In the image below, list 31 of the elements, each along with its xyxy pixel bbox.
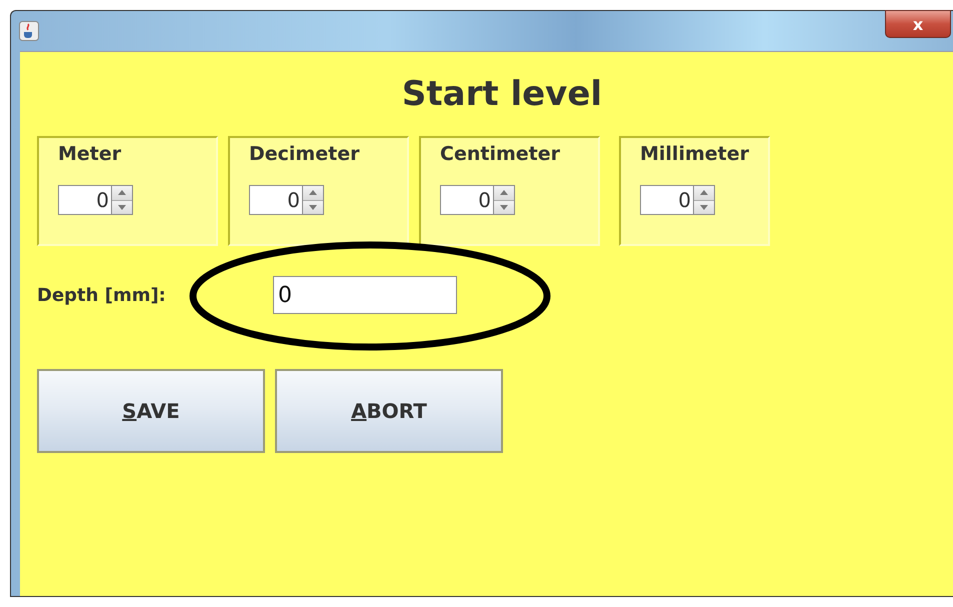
down-arrow-icon bbox=[500, 204, 508, 210]
spin-down-button[interactable] bbox=[112, 200, 132, 214]
unit-label: Millimeter bbox=[640, 143, 750, 165]
up-arrow-icon bbox=[500, 190, 508, 196]
unit-label: Decimeter bbox=[249, 143, 360, 165]
spinner-field[interactable]: 0 bbox=[640, 185, 693, 215]
up-arrow-icon bbox=[700, 190, 708, 196]
spinner-field[interactable]: 0 bbox=[440, 185, 493, 215]
depth-label: Depth [mm]: bbox=[37, 284, 167, 306]
spin-down-button[interactable] bbox=[303, 200, 323, 214]
dialog-button[interactable]: ABORT bbox=[275, 369, 503, 453]
spin-down-button[interactable] bbox=[494, 200, 514, 214]
spin-up-button[interactable] bbox=[112, 186, 132, 200]
down-arrow-icon bbox=[700, 204, 708, 210]
spin-down-button[interactable] bbox=[694, 200, 714, 214]
spinner-field[interactable]: 0 bbox=[249, 185, 302, 215]
depth-field[interactable]: 0 bbox=[273, 276, 457, 314]
dialog-button[interactable]: SAVE bbox=[37, 369, 265, 453]
down-arrow-icon bbox=[309, 204, 317, 210]
spin-up-button[interactable] bbox=[694, 186, 714, 200]
unit-label: Centimeter bbox=[440, 143, 561, 165]
coffee-cup-icon bbox=[19, 21, 39, 41]
unit-label: Meter bbox=[58, 143, 122, 165]
dialog-title: Start level bbox=[400, 74, 604, 114]
spin-up-button[interactable] bbox=[303, 186, 323, 200]
close-button[interactable]: x bbox=[885, 10, 951, 38]
up-arrow-icon bbox=[309, 190, 317, 196]
spinner-field[interactable]: 0 bbox=[58, 185, 111, 215]
down-arrow-icon bbox=[118, 204, 126, 210]
spin-up-button[interactable] bbox=[494, 186, 514, 200]
up-arrow-icon bbox=[118, 190, 126, 196]
